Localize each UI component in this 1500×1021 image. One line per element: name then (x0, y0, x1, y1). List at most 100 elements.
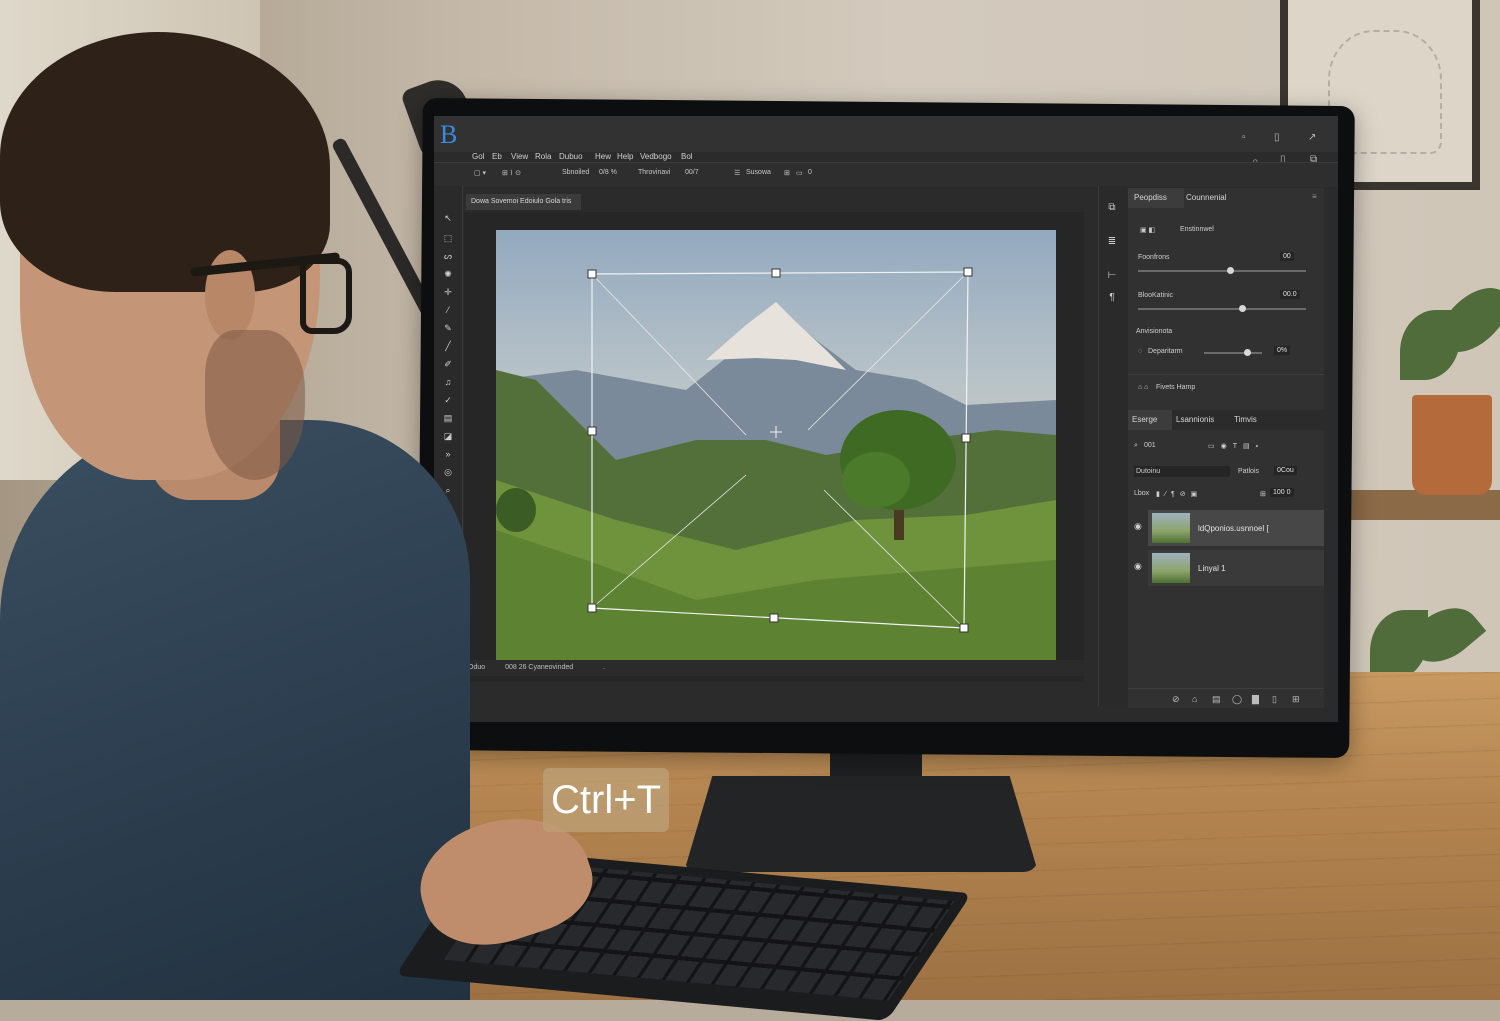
prop-slider-2[interactable] (1138, 308, 1306, 310)
option-size[interactable]: 0/8 % (599, 169, 617, 176)
gradient-tool-icon[interactable]: ▤ (441, 412, 455, 424)
align-icon[interactable]: ⊢ (1105, 270, 1119, 284)
transform-handle-bl[interactable] (587, 603, 597, 613)
transform-handle-tr[interactable] (963, 267, 973, 277)
tab-layers[interactable]: Eserge (1128, 410, 1172, 430)
option-mode[interactable]: Sbnoiled (562, 169, 589, 176)
layer-thumbnail[interactable] (1152, 513, 1190, 543)
grid-icon[interactable]: ☰ (734, 169, 740, 177)
group-icon[interactable]: ▇ (1252, 694, 1259, 705)
eraser-icon[interactable]: ✓ (441, 394, 455, 406)
app-logo[interactable]: B (440, 120, 468, 150)
sub-row-slider[interactable] (1204, 352, 1262, 354)
visibility-eye-icon[interactable]: ◉ (1134, 561, 1142, 572)
tool-option-icon[interactable]: ⊞ ⌇ ⊙ (502, 169, 521, 177)
layer-filter-input[interactable]: 001 (1144, 442, 1156, 449)
prop-slider-knob-2[interactable] (1238, 305, 1246, 312)
transform-handle-top[interactable] (771, 268, 781, 278)
option-count[interactable]: 0 (808, 169, 812, 176)
transform-handle-tl[interactable] (587, 269, 597, 279)
new-layer-icon[interactable]: ▯ (1272, 694, 1277, 705)
person-beard (205, 330, 305, 480)
menu-item[interactable]: Dubuo (559, 152, 583, 161)
adjustment-layer-icon[interactable]: ◯ (1232, 694, 1242, 705)
menu-item[interactable]: Help (617, 152, 633, 161)
visibility-eye-icon[interactable]: ◉ (1134, 521, 1142, 532)
person-torso (0, 420, 470, 1000)
brush-tool-icon[interactable]: ╱ (441, 340, 455, 352)
opacity-value[interactable]: 0Cou (1274, 466, 1297, 475)
landscape-drawing (496, 267, 1056, 660)
option-style[interactable]: Throvinavi (638, 169, 670, 176)
adjust-icon[interactable]: ≣ (1105, 236, 1119, 250)
move-tool-icon[interactable]: ↖ (441, 212, 455, 224)
crop-icon[interactable]: ⊞ (784, 169, 790, 177)
option-value[interactable]: 00/7 (685, 169, 699, 176)
mountain-landscape-image[interactable] (496, 230, 1056, 660)
layer-thumbnail[interactable] (1152, 553, 1190, 583)
sub-row-label: Deparitarm (1148, 348, 1183, 355)
marquee-tool-icon[interactable]: ⬚ (441, 232, 455, 244)
lock-option-icons[interactable]: ▮⁄¶⊘▣ (1156, 490, 1202, 498)
properties-footer: Fivets Hamp (1156, 384, 1196, 391)
menu-item[interactable]: View (511, 152, 528, 161)
menu-item[interactable]: Bol (681, 152, 693, 161)
search-icon[interactable]: ⌕ (1134, 442, 1138, 450)
panel-menu-icon[interactable]: ≡ (1312, 192, 1317, 201)
prop-value-1[interactable]: 00 (1280, 252, 1294, 261)
clone-stamp-icon[interactable]: ✐ (441, 358, 455, 370)
maximize-button[interactable]: ▯ (1274, 132, 1280, 143)
blend-mode-select[interactable]: Dutoinu (1134, 466, 1230, 477)
prop-value-2[interactable]: 00.0 (1280, 290, 1300, 299)
layer-name[interactable]: ldQponios.usnnoel [ (1198, 524, 1269, 533)
new-doc-icon[interactable]: ▢ ▾ (474, 169, 486, 177)
tab-properties[interactable]: Peopdiss (1128, 188, 1184, 208)
prop-slider-1[interactable] (1138, 270, 1306, 272)
sub-row-value[interactable]: 0% (1274, 346, 1291, 355)
menu-item[interactable]: Hew (595, 152, 611, 161)
quick-select-icon[interactable]: ✺ (441, 268, 455, 280)
prop-label-2: BlooKatinic (1138, 292, 1174, 299)
delete-layer-icon[interactable]: ⊞ (1292, 694, 1300, 705)
option-subject[interactable]: Susowa (746, 169, 771, 176)
fill-value[interactable]: 100 0 (1270, 488, 1294, 497)
shortcut-badge: Ctrl+T (543, 768, 669, 832)
history-icon[interactable]: ⧉ (1105, 202, 1119, 216)
lasso-tool-icon[interactable]: ᔕ (441, 250, 455, 262)
link-layers-icon[interactable]: ⊘ (1172, 694, 1180, 705)
menu-item[interactable]: Vedbogo (640, 152, 672, 161)
history-brush-icon[interactable]: ♫ (441, 376, 455, 388)
tab-paths[interactable]: Timvis (1234, 410, 1257, 430)
blur-tool-icon[interactable]: ◪ (441, 430, 455, 442)
transform-handle-right[interactable] (961, 433, 971, 443)
tab-channels[interactable]: Lsannionis (1176, 410, 1214, 430)
minimize-button[interactable]: ▫ (1242, 132, 1246, 143)
menu-item[interactable]: Eb (492, 152, 502, 161)
menu-item[interactable]: Rola (535, 152, 551, 161)
opacity-label: Patlois (1238, 468, 1260, 475)
transform-handle-br[interactable] (959, 623, 969, 633)
layer-filter-icons[interactable]: ▭◉T▤⬩ (1208, 442, 1264, 451)
expand-button[interactable]: ↗ (1308, 132, 1316, 143)
eyedropper-icon[interactable]: ⁄ (441, 304, 455, 316)
transform-handle-bottom[interactable] (769, 613, 779, 623)
sub-row-slider-knob[interactable] (1244, 349, 1251, 356)
transform-handle-left[interactable] (587, 426, 597, 436)
dodge-tool-icon[interactable]: » (441, 448, 455, 460)
paragraph-icon[interactable]: ¶ (1105, 292, 1119, 306)
layer-mask-icon[interactable]: ▤ (1212, 694, 1221, 705)
status-extra: . (603, 664, 606, 671)
layer-name[interactable]: Linyal 1 (1198, 564, 1226, 573)
healing-brush-icon[interactable]: ✎ (441, 322, 455, 334)
menu-item[interactable]: Gol (472, 152, 484, 161)
menu-bar (434, 116, 1338, 152)
layer-style-icon[interactable]: ⌂ (1192, 694, 1197, 704)
crop-tool-icon[interactable]: ✛ (441, 286, 455, 298)
prop-slider-knob-1[interactable] (1226, 267, 1234, 274)
pen-tool-icon[interactable]: ◎ (441, 466, 455, 478)
document-tab[interactable]: Dowa Sovemoi Edoiulo Gola tris (466, 194, 581, 210)
speech-icon[interactable]: ▭ (796, 169, 803, 177)
tab-comments[interactable]: Counnenial (1186, 188, 1226, 208)
monitor-stand-base (684, 776, 1038, 872)
status-zoom[interactable]: Oduo (468, 664, 485, 671)
